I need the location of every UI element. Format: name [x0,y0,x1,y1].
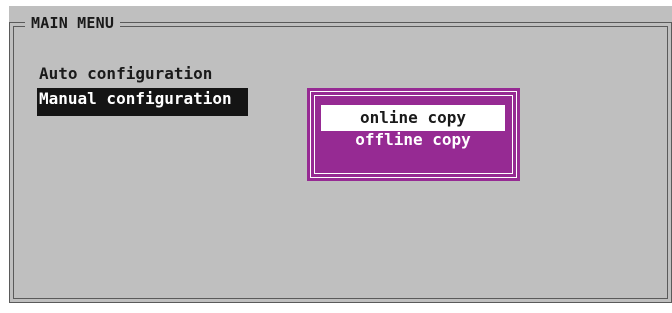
menu-title: MAIN MENU [25,13,121,33]
menu-item-manual-configuration[interactable]: Manual configuration [37,88,248,116]
bios-screen: MAIN MENU Auto configuration Manual conf… [9,6,672,303]
option-online-copy[interactable]: online copy [321,105,505,131]
copy-mode-popup: online copy offline copy [307,88,520,181]
menu-item-auto-configuration[interactable]: Auto configuration [37,63,228,85]
option-offline-copy[interactable]: offline copy [321,130,505,150]
